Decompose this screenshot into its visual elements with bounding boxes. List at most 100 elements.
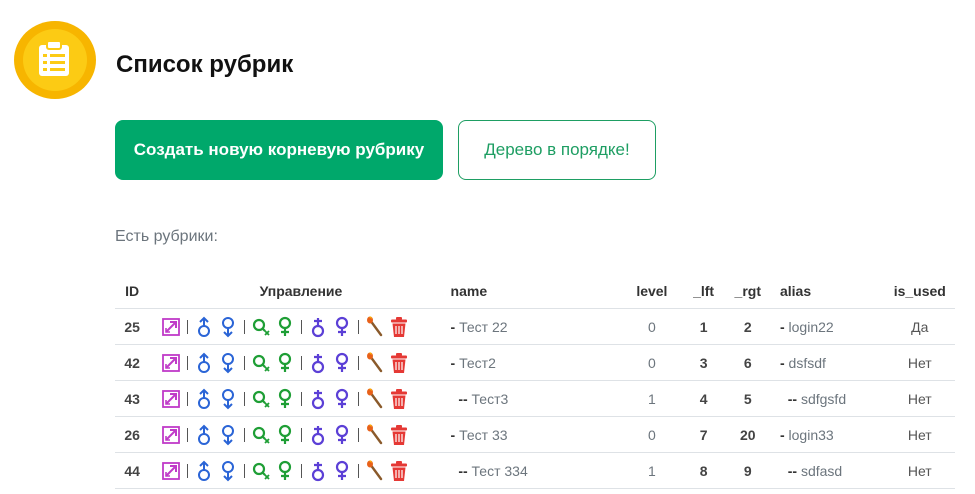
male-violet-icon[interactable]: [306, 315, 330, 339]
male-up-icon[interactable]: [192, 351, 216, 375]
cell-alias: - dsfsdf: [769, 344, 885, 381]
name-text: Тест3: [467, 390, 509, 407]
female-green-icon[interactable]: [273, 351, 297, 375]
cell-manage: [149, 344, 443, 381]
female-violet-icon[interactable]: [330, 459, 354, 483]
match-icon[interactable]: [363, 351, 387, 375]
male-up-icon[interactable]: [192, 387, 216, 411]
row-actions: [159, 315, 411, 339]
cell-rgt: 20: [725, 416, 770, 453]
alias-text: login22: [784, 318, 834, 335]
rubrics-table: ID Управление name level _lft _rgt alias…: [115, 274, 955, 489]
female-down-icon[interactable]: [216, 387, 240, 411]
row-actions: [159, 459, 411, 483]
move-icon[interactable]: [159, 351, 183, 375]
female-green-icon[interactable]: [273, 315, 297, 339]
female-down-icon[interactable]: [216, 459, 240, 483]
cell-id: 25: [115, 308, 150, 345]
separator: [187, 355, 189, 370]
female-green-icon[interactable]: [273, 423, 297, 447]
alias-prefix: --: [779, 462, 798, 479]
name-text: Тест 33: [455, 426, 508, 443]
female-violet-icon[interactable]: [330, 387, 354, 411]
male-up-icon[interactable]: [192, 423, 216, 447]
move-icon[interactable]: [159, 315, 183, 339]
create-root-rubric-button[interactable]: Создать новую корневую рубрику: [115, 120, 443, 180]
cell-is-used: Нет: [884, 416, 955, 453]
female-violet-icon[interactable]: [330, 351, 354, 375]
name-text: Тест2: [455, 354, 496, 371]
header-manage: Управление: [149, 274, 443, 309]
table-row: 43 -- Тест3 1 4 5 -- sdfgsfd Нет: [115, 380, 955, 417]
male-violet-icon[interactable]: [306, 423, 330, 447]
separator: [358, 427, 360, 442]
header-alias: alias: [769, 274, 885, 309]
male-up-icon[interactable]: [192, 315, 216, 339]
header-level: level: [622, 274, 682, 309]
trash-icon[interactable]: [387, 459, 411, 483]
cell-rgt: 6: [725, 344, 770, 381]
separator: [301, 463, 303, 478]
cell-is-used: Нет: [884, 344, 955, 381]
cell-name: - Тест 33: [442, 416, 623, 453]
search-remove-icon[interactable]: [249, 387, 273, 411]
separator: [244, 463, 246, 478]
cell-id: 43: [115, 380, 150, 417]
trash-icon[interactable]: [387, 351, 411, 375]
cell-alias: -- sdfasd: [769, 452, 885, 489]
search-remove-icon[interactable]: [249, 351, 273, 375]
name-text: Тест 22: [455, 318, 508, 335]
search-remove-icon[interactable]: [249, 315, 273, 339]
cell-lft: 3: [681, 344, 726, 381]
separator: [301, 427, 303, 442]
female-down-icon[interactable]: [216, 315, 240, 339]
female-violet-icon[interactable]: [330, 423, 354, 447]
alias-prefix: --: [779, 390, 798, 407]
separator: [358, 319, 360, 334]
male-up-icon[interactable]: [192, 459, 216, 483]
female-green-icon[interactable]: [273, 387, 297, 411]
cell-name: -- Тест 334: [442, 452, 623, 489]
move-icon[interactable]: [159, 459, 183, 483]
cell-name: - Тест 22: [442, 308, 623, 345]
female-green-icon[interactable]: [273, 459, 297, 483]
male-violet-icon[interactable]: [306, 459, 330, 483]
cell-id: 42: [115, 344, 150, 381]
cell-lft: 8: [681, 452, 726, 489]
logo: [14, 21, 96, 99]
alias-text: sdfasd: [797, 462, 843, 479]
match-icon[interactable]: [363, 315, 387, 339]
move-icon[interactable]: [159, 423, 183, 447]
match-icon[interactable]: [363, 459, 387, 483]
male-violet-icon[interactable]: [306, 387, 330, 411]
separator: [358, 463, 360, 478]
male-violet-icon[interactable]: [306, 351, 330, 375]
separator: [244, 391, 246, 406]
header-is-used: is_used: [884, 274, 955, 309]
cell-rgt: 9: [725, 452, 770, 489]
move-icon[interactable]: [159, 387, 183, 411]
match-icon[interactable]: [363, 423, 387, 447]
cell-alias: - login33: [769, 416, 885, 453]
header-lft: _lft: [681, 274, 726, 309]
female-down-icon[interactable]: [216, 423, 240, 447]
row-actions: [159, 351, 411, 375]
cell-level: 0: [622, 308, 682, 345]
table-header-row: ID Управление name level _lft _rgt alias…: [115, 274, 955, 309]
search-remove-icon[interactable]: [249, 423, 273, 447]
search-remove-icon[interactable]: [249, 459, 273, 483]
female-violet-icon[interactable]: [330, 315, 354, 339]
cell-lft: 4: [681, 380, 726, 417]
cell-alias: -- sdfgsfd: [769, 380, 885, 417]
cell-manage: [149, 452, 443, 489]
trash-icon[interactable]: [387, 387, 411, 411]
alias-text: login33: [784, 426, 834, 443]
tree-status-button[interactable]: Дерево в порядке!: [458, 120, 656, 180]
trash-icon[interactable]: [387, 315, 411, 339]
female-down-icon[interactable]: [216, 351, 240, 375]
cell-name: - Тест2: [442, 344, 623, 381]
cell-level: 1: [622, 452, 682, 489]
trash-icon[interactable]: [387, 423, 411, 447]
match-icon[interactable]: [363, 387, 387, 411]
cell-level: 0: [622, 416, 682, 453]
